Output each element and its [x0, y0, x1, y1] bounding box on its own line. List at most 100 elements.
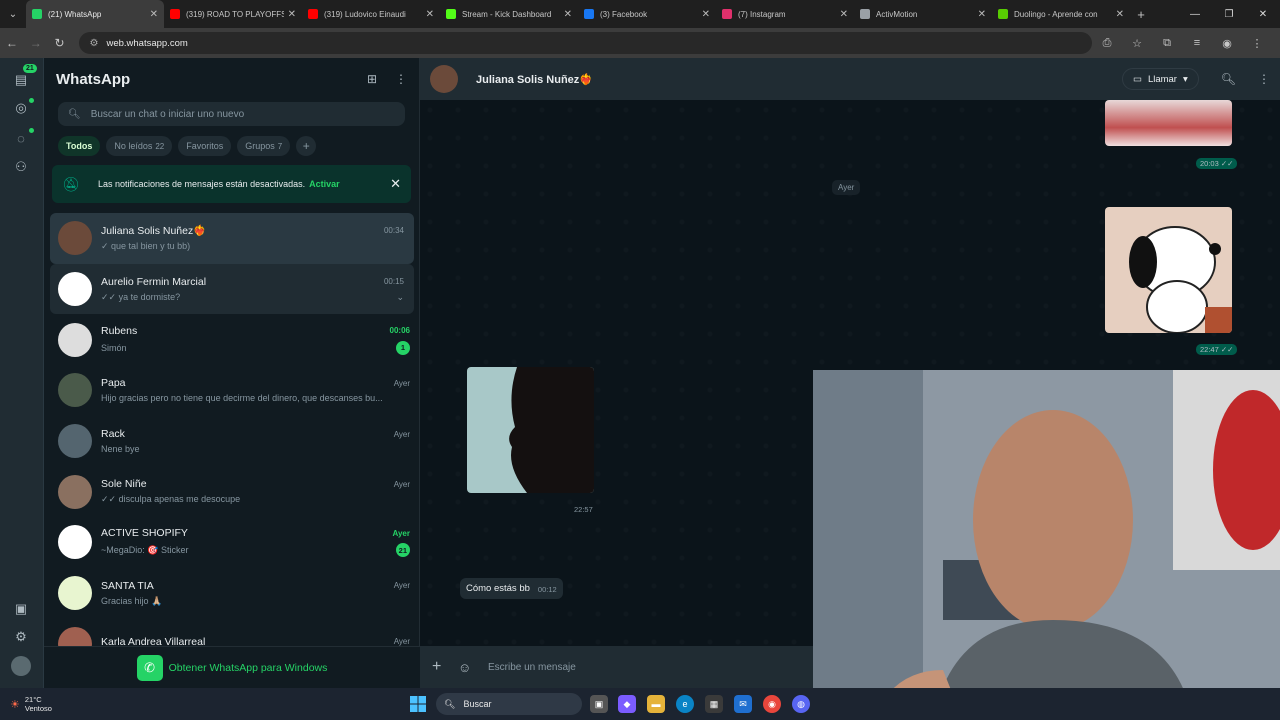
extensions-icon[interactable]: ⧉	[1152, 37, 1182, 50]
chat-list-item[interactable]: Rubens 00:06 Simón 1	[44, 314, 420, 365]
install-app-icon[interactable]: ⎙	[1092, 37, 1122, 50]
browser-tab[interactable]: ActivMotion ✕	[854, 0, 992, 28]
channels-icon[interactable]: ◌	[11, 128, 31, 148]
browser-tab[interactable]: (7) Instagram ✕	[716, 0, 854, 28]
browser-tab[interactable]: (3) Facebook ✕	[578, 0, 716, 28]
avatar[interactable]	[58, 525, 92, 560]
chat-name: Juliana Solis Nuñez❤️‍🔥	[101, 225, 207, 238]
taskbar-search[interactable]: 🔍︎ Buscar	[436, 693, 582, 715]
discord-icon[interactable]: ◍	[792, 695, 810, 713]
sidebar-menu-icon[interactable]: ⋮	[395, 72, 407, 86]
close-tab-icon[interactable]: ✕	[426, 9, 434, 20]
chat-list-item[interactable]: Juliana Solis Nuñez❤️‍🔥 00:34 ✓ que tal bi…	[50, 213, 414, 264]
avatar[interactable]	[58, 373, 92, 408]
contact-avatar[interactable]	[430, 65, 458, 93]
close-tab-icon[interactable]: ✕	[978, 9, 986, 20]
weather-widget[interactable]: ☀ 21°C Ventoso	[10, 695, 52, 713]
image-message[interactable]	[1105, 100, 1232, 146]
image-message[interactable]	[1105, 207, 1232, 333]
close-tab-icon[interactable]: ✕	[150, 9, 158, 20]
chat-time: Ayer	[393, 429, 410, 439]
filter-chip[interactable]: Favoritos	[178, 136, 232, 156]
browser-tab[interactable]: (319) ROAD TO PLAYOFFS ✕	[164, 0, 302, 28]
chat-list-item[interactable]: Aurelio Fermin Marcial 00:15 ✓✓ ya te dorm…	[50, 263, 414, 315]
profile-avatar[interactable]: ◉	[1212, 37, 1242, 50]
store-icon[interactable]: ▦	[705, 695, 723, 713]
media-controls-icon[interactable]: ≡	[1182, 37, 1212, 50]
file-explorer-icon[interactable]: ▬	[647, 695, 665, 713]
forward-icon[interactable]: →	[24, 36, 48, 50]
browser-tab[interactable]: (319) Ludovico Einaudi ✕	[302, 0, 440, 28]
bookmark-star-icon[interactable]: ☆	[1122, 37, 1152, 50]
filter-chip[interactable]: No leídos 22	[106, 136, 173, 156]
new-chat-icon[interactable]: ⊞	[367, 72, 377, 86]
avatar[interactable]	[58, 474, 92, 509]
url-field[interactable]: ⚙ web.whatsapp.com	[79, 32, 1093, 54]
close-tab-icon[interactable]: ✕	[564, 9, 572, 20]
chat-list-item[interactable]: SANTA TIA Ayer Gracias hijo 🙏🏼	[44, 568, 420, 619]
chat-name: Sole Niñe	[101, 478, 147, 491]
chat-menu-icon[interactable]: ⋮	[1258, 72, 1270, 86]
site-info-icon[interactable]: ⚙	[89, 38, 98, 49]
close-tab-icon[interactable]: ✕	[840, 9, 848, 20]
status-icon[interactable]: ◎	[11, 98, 31, 118]
avatar[interactable]	[58, 576, 92, 611]
image-message[interactable]	[467, 367, 594, 493]
chevron-down-icon[interactable]: ⌄	[396, 292, 404, 303]
tab-search-icon[interactable]: ⌄	[0, 0, 26, 28]
communities-icon[interactable]: ⚇	[11, 157, 31, 177]
close-tab-icon[interactable]: ✕	[1116, 9, 1124, 20]
get-app-banner[interactable]: ✆ Obtener WhatsApp para Windows	[44, 646, 420, 688]
browser-tab[interactable]: Stream - Kick Dashboard ✕	[440, 0, 578, 28]
contact-name[interactable]: Juliana Solis Nuñez❤️‍🔥	[476, 73, 593, 86]
back-icon[interactable]: ←	[0, 36, 24, 50]
new-tab-button[interactable]: +	[1130, 7, 1152, 22]
settings-icon[interactable]: ⚙	[11, 627, 31, 647]
add-filter-icon[interactable]: +	[296, 136, 317, 156]
tab-title: (7) Instagram	[738, 9, 786, 19]
browser-tab[interactable]: (21) WhatsApp ✕	[26, 0, 164, 28]
close-banner-icon[interactable]: ✕	[390, 176, 401, 192]
chrome-icon[interactable]: ◉	[763, 695, 781, 713]
avatar[interactable]	[58, 322, 92, 357]
restore-icon[interactable]: ❐	[1212, 0, 1246, 28]
chat-list-item[interactable]: Rack Ayer Nene bye	[44, 416, 420, 467]
media-icon[interactable]: ▣	[11, 599, 31, 619]
reload-icon[interactable]: ↻	[48, 36, 72, 50]
filter-chip[interactable]: Todos	[58, 136, 101, 156]
search-messages-icon[interactable]: 🔍︎	[1221, 72, 1236, 86]
filter-label: Grupos	[245, 141, 275, 151]
windows-start-icon[interactable]	[410, 696, 426, 712]
copilot-icon[interactable]: ◆	[618, 695, 636, 713]
call-button[interactable]: ▭ Llamar ▾	[1121, 68, 1199, 90]
activate-link[interactable]: Activar	[309, 179, 340, 189]
conversation-header[interactable]: Juliana Solis Nuñez❤️‍🔥 ▭ Llamar ▾ 🔍︎ ⋮	[420, 58, 1280, 100]
edge-icon[interactable]: e	[676, 695, 694, 713]
minimize-icon[interactable]: —	[1178, 0, 1212, 28]
close-tab-icon[interactable]: ✕	[702, 9, 710, 20]
chat-list-item[interactable]: Sole Niñe Ayer ✓✓ disculpa apenas me desoc…	[44, 466, 420, 517]
profile-avatar[interactable]	[11, 656, 31, 676]
close-tab-icon[interactable]: ✕	[288, 9, 296, 20]
attach-icon[interactable]: +	[432, 658, 458, 676]
avatar[interactable]	[58, 221, 92, 256]
incoming-message[interactable]: Cómo estás bb 00:12	[460, 578, 563, 599]
search-input[interactable]: 🔍︎ Buscar un chat o iniciar uno nuevo	[58, 102, 405, 126]
webcam-overlay	[813, 370, 1280, 720]
avatar[interactable]	[58, 272, 92, 307]
chat-list-item[interactable]: ACTIVE SHOPIFY Ayer ~MegaDio: 🎯 Sticker 21	[44, 517, 420, 568]
browser-menu-icon[interactable]: ⋮	[1242, 37, 1272, 50]
tab-favicon-icon	[170, 9, 180, 19]
browser-tab[interactable]: Duolingo - Aprende con ✕	[992, 0, 1130, 28]
os-taskbar: ☀ 21°C Ventoso 🔍︎ Buscar ▣ ◆ ▬ e ▦ ✉ ◉ ◍	[0, 688, 1280, 720]
mail-icon[interactable]: ✉	[734, 695, 752, 713]
chat-list-item[interactable]: Papa Ayer Hijo gracias pero no tiene que d…	[44, 365, 420, 416]
address-bar-row: ← → ↻ ⚙ web.whatsapp.com ⎙ ☆ ⧉ ≡ ◉ ⋮	[0, 28, 1280, 58]
close-window-icon[interactable]: ✕	[1246, 0, 1280, 28]
chat-time: Ayer	[393, 479, 410, 489]
avatar[interactable]	[58, 424, 92, 459]
task-view-icon[interactable]: ▣	[590, 695, 608, 713]
chats-icon[interactable]: ▤	[11, 70, 31, 90]
emoji-icon[interactable]: ☺	[458, 660, 484, 675]
filter-chip[interactable]: Grupos 7	[237, 136, 291, 156]
